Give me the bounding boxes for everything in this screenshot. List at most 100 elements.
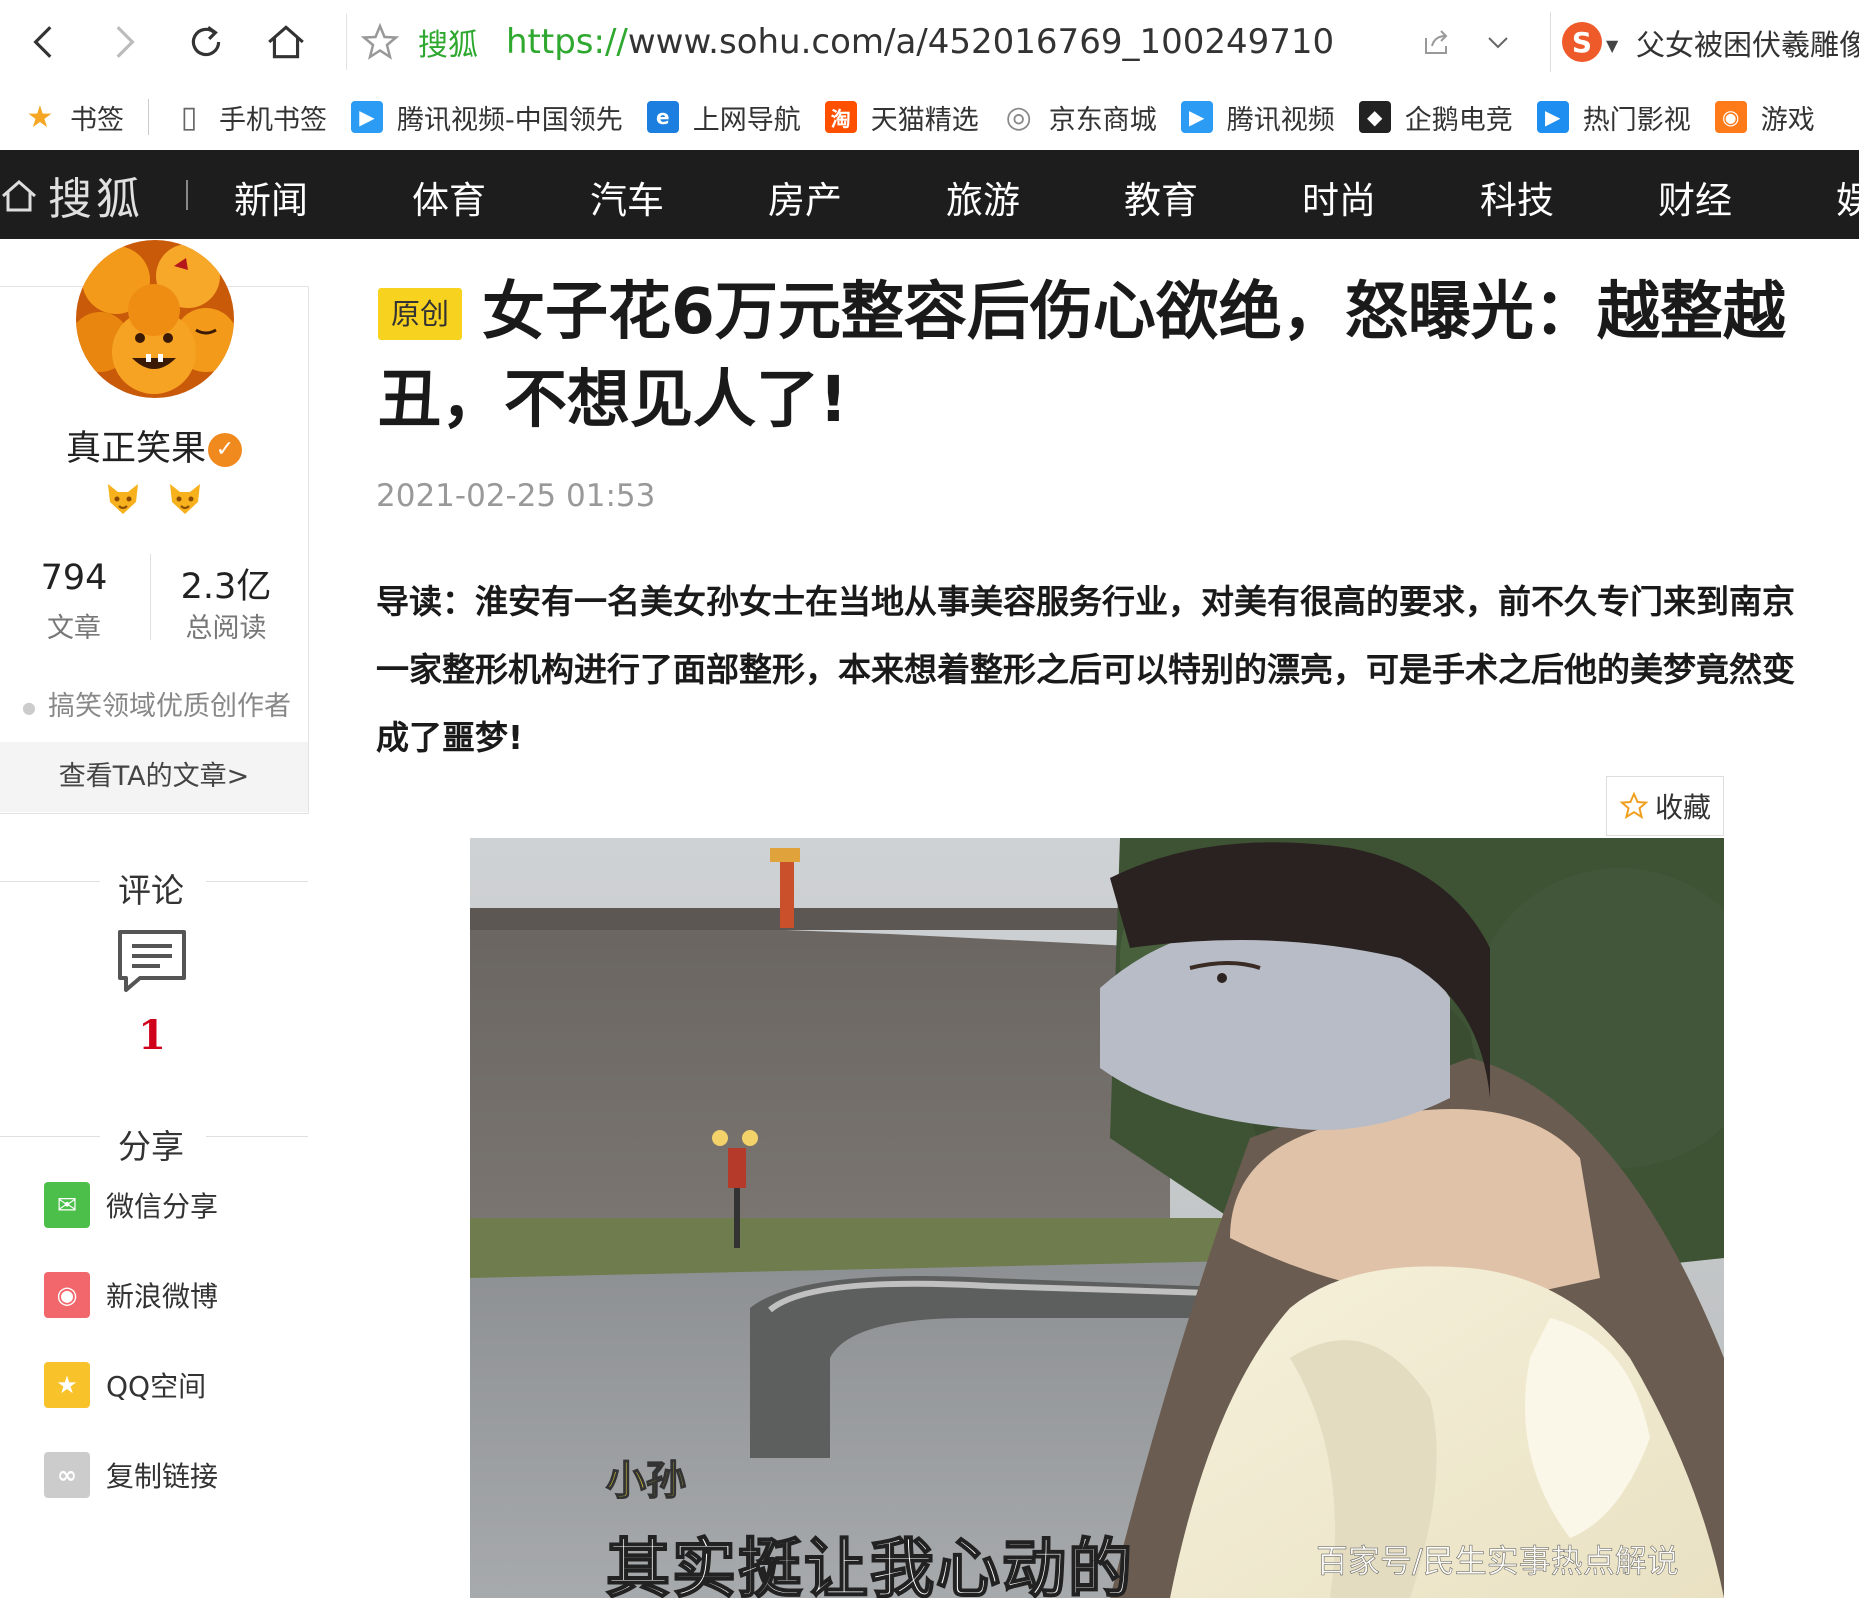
address-bar[interactable]: 搜狐 https://www.sohu.com/a/452016769_1002… — [360, 10, 1540, 74]
bookmark-item[interactable]: ◉ 游戏 — [1714, 98, 1815, 137]
weibo-icon: ◉ — [44, 1272, 90, 1318]
play-icon: ▶ — [1536, 101, 1569, 133]
penguin-icon: ◆ — [1358, 101, 1391, 133]
bookmark-star-icon[interactable] — [360, 22, 400, 62]
bookmark-label: 腾讯视频 — [1226, 104, 1335, 136]
articles-count: 794 — [40, 558, 108, 598]
tencent-video-icon: ▶ — [1180, 101, 1213, 133]
fox-badge-icon — [108, 484, 138, 514]
comments-title: 评论 — [118, 871, 184, 910]
share-icon[interactable] — [1420, 26, 1452, 58]
creator-tag-text: 搞笑领域优质创作者 — [47, 691, 291, 722]
article-title: 女子花6万元整容后伤心欲绝，怒曝光：越整越丑，不想见人了! — [378, 275, 1786, 436]
caret-down-icon[interactable]: ▼ — [1606, 36, 1618, 55]
avatar-image — [76, 240, 234, 398]
articles-label: 文章 — [47, 613, 101, 644]
bookmark-label: 上网导航 — [692, 104, 801, 136]
bookmark-item[interactable]: e 上网导航 — [646, 98, 801, 137]
sogou-search-icon[interactable]: S — [1562, 22, 1602, 62]
article-intro: 导读：淮安有一名美女孙女士在当地从事美容服务行业，对美有很高的要求，前不久专门来… — [376, 582, 1795, 757]
comment-count[interactable]: 1 — [0, 1012, 304, 1059]
forward-button[interactable] — [96, 14, 152, 70]
phone-icon: ▯ — [180, 99, 198, 135]
favorite-label: 收藏 — [1654, 791, 1711, 824]
bookmark-label: 书签 — [70, 104, 124, 136]
view-articles-link[interactable]: 查看TA的文章> — [0, 742, 308, 812]
bookmark-item[interactable]: ▶ 热门影视 — [1536, 98, 1691, 137]
reload-icon — [191, 26, 221, 57]
original-badge: 原创 — [378, 288, 462, 340]
bookmarks-bar: ★ 书签 ▯ 手机书签 ▶ 腾讯视频-中国领先 e 上网导航淘天猫精选 ◎ 京东商城 ▶ 腾讯视频 ◆ 企… — [0, 84, 1859, 151]
article-timestamp: 2021-02-25 01:53 — [376, 478, 656, 514]
bookmark-label: 游戏 — [1760, 104, 1815, 136]
nav-tab-item[interactable]: 财经 — [1658, 170, 1732, 224]
comment-icon[interactable] — [116, 928, 188, 994]
back-arrow-icon — [33, 26, 52, 58]
share-label: QQ空间 — [106, 1370, 207, 1403]
reload-button[interactable] — [178, 14, 234, 70]
bookmark-item[interactable]: ◆ 企鹅电竞 — [1358, 98, 1513, 137]
author-name-text: 真正笑果 — [65, 429, 206, 469]
url-text[interactable]: https://www.sohu.com/a/452016769_1002497… — [506, 22, 1334, 62]
photo-subtitle: 其实挺让我心动的 — [605, 1532, 1134, 1598]
photo-subtitle-name: 小孙 — [605, 1457, 687, 1505]
reads-count: 2.3亿 — [180, 567, 272, 607]
share-label: 微信分享 — [106, 1190, 219, 1223]
tencent-video-icon: ▶ — [351, 101, 383, 133]
nav-tab-item[interactable]: 汽车 — [590, 170, 664, 224]
bookmark-label: 京东商城 — [1048, 104, 1157, 136]
bookmark-label: 热门影视 — [1582, 104, 1691, 136]
bookmark-item[interactable]: 淘天猫精选 — [824, 98, 979, 137]
sohu-logo[interactable]: 搜狐 — [0, 166, 144, 225]
home-button[interactable] — [258, 14, 314, 70]
photo-watermark: 百家号/民生实事热点解说 — [1316, 1542, 1679, 1581]
bookmark-label: 手机书签 — [219, 104, 327, 136]
gamepad-icon: ◉ — [1714, 101, 1747, 133]
bookmark-label: 企鹅电竞 — [1404, 104, 1513, 136]
bookmark-item[interactable]: ▶ 腾讯视频-中国领先 — [351, 98, 623, 137]
forward-arrow-icon — [116, 26, 135, 58]
bookmark-label: 天猫精选 — [870, 104, 979, 136]
sohu-logo-text: 搜狐 — [48, 174, 144, 225]
nav-tab-item[interactable]: 房产 — [768, 170, 842, 224]
taobao-icon: 淘 — [824, 101, 857, 133]
share-title: 分享 — [118, 1127, 184, 1166]
wechat-icon: ✉ — [44, 1182, 90, 1228]
star-icon: ★ — [26, 99, 54, 135]
reads-label: 总阅读 — [185, 613, 267, 644]
bookmark-item[interactable]: ▶ 腾讯视频 — [1180, 98, 1335, 137]
article-photo: 小孙 其实挺让我心动的 百家号/民生实事热点解说 — [470, 838, 1724, 1598]
globe-icon: ◎ — [1005, 99, 1032, 135]
bookmark-label: 腾讯视频-中国领先 — [397, 104, 623, 136]
share-item[interactable]: ◉ 新浪微博 — [44, 1272, 218, 1318]
author-avatar[interactable] — [76, 240, 234, 398]
search-suggestion[interactable]: 父女被困伏羲雕像 — [1636, 22, 1859, 64]
nav-tab-item[interactable]: 旅游 — [946, 170, 1020, 224]
nav-tab-item[interactable]: 体育 — [412, 170, 486, 224]
nav-tab-item[interactable]: 科技 — [1480, 170, 1554, 224]
nav-tab-item[interactable]: 时尚 — [1302, 170, 1376, 224]
nav-tab-item[interactable]: 娱 — [1836, 170, 1859, 224]
author-name[interactable]: 真正笑果 ✓ — [0, 420, 308, 471]
fox-badge-icon — [170, 484, 200, 514]
browser-toolbar: 搜狐 https://www.sohu.com/a/452016769_1002… — [0, 0, 1859, 85]
bookmark-item[interactable]: ▯ 手机书签 — [173, 98, 327, 137]
nav-tab-item[interactable]: 新闻 — [234, 170, 308, 224]
url-path: www.sohu.com/a/452016769_100249710 — [627, 22, 1335, 62]
bookmark-item[interactable]: ★ 书签 — [24, 98, 124, 137]
creator-tag: ● 搞笑领域优质创作者 — [22, 691, 291, 722]
share-item[interactable]: ∞ 复制链接 — [44, 1452, 218, 1498]
favorite-button[interactable]: 收藏 — [1606, 776, 1724, 836]
back-button[interactable] — [16, 14, 72, 70]
share-item[interactable]: ✉ 微信分享 — [44, 1182, 218, 1228]
site-name-label: 搜狐 — [418, 28, 478, 63]
ie-icon: e — [646, 101, 679, 133]
bookmark-item[interactable]: ◎ 京东商城 — [1003, 98, 1157, 137]
qzone-icon: ★ — [44, 1362, 90, 1408]
share-label: 复制链接 — [106, 1460, 219, 1493]
sohu-home-icon — [2, 180, 36, 212]
author-badges — [104, 482, 204, 522]
nav-tab-item[interactable]: 教育 — [1124, 170, 1198, 224]
share-item[interactable]: ★ QQ空间 — [44, 1362, 206, 1408]
chevron-down-icon[interactable] — [1484, 28, 1512, 56]
